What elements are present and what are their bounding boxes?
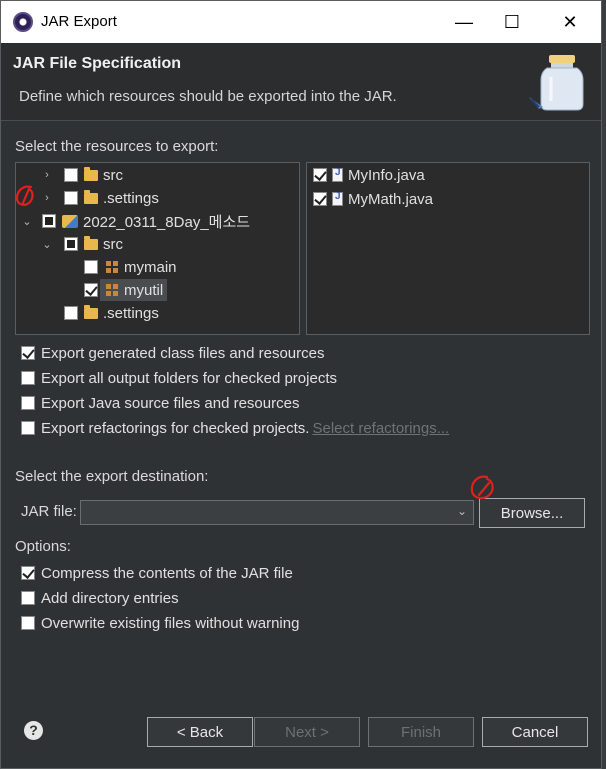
export-class-files-checkbox[interactable]: Export generated class files and resourc… [21, 342, 324, 364]
tree-item-label: .settings [103, 304, 159, 322]
scroll-up-icon[interactable]: ▲ [298, 165, 299, 181]
option-label: Export all output folders for checked pr… [41, 369, 337, 387]
annotation-mark [470, 475, 494, 500]
tree-item[interactable]: .settings [64, 302, 159, 324]
jar-file-label: JAR file: [21, 503, 77, 520]
java-file-icon [332, 191, 343, 206]
file-checkbox[interactable] [313, 168, 327, 182]
tree-item[interactable]: myutil [84, 279, 168, 301]
scroll-down-icon[interactable]: ▼ [298, 316, 299, 332]
tree-scrollbar[interactable]: ▲ ▼ [298, 163, 299, 333]
back-button[interactable]: < Back [147, 717, 253, 747]
jar-export-dialog: JAR Export — ☐ ✕ JAR File Specification … [0, 0, 602, 769]
option-label: Compress the contents of the JAR file [41, 564, 293, 582]
jar-icon [529, 55, 584, 111]
checkbox[interactable] [21, 566, 35, 580]
title-bar: JAR Export — ☐ ✕ [1, 1, 601, 43]
tree-checkbox[interactable] [84, 260, 98, 274]
eclipse-icon [13, 12, 33, 32]
resources-label: Select the resources to export: [15, 138, 219, 155]
options-label: Options: [15, 538, 71, 555]
java-file-icon [332, 167, 343, 182]
checkbox[interactable] [21, 421, 35, 435]
option-label: Export generated class files and resourc… [41, 344, 325, 362]
tree-item-label: .settings [103, 189, 159, 207]
tree-item-label: mymain [124, 258, 177, 276]
add-directory-entries-checkbox[interactable]: Add directory entries [21, 587, 179, 609]
finish-button[interactable]: Finish [368, 717, 474, 747]
tree-item[interactable]: mymain [84, 256, 177, 278]
file-item[interactable]: MyInfo.java [313, 164, 425, 186]
tree-checkbox[interactable] [64, 191, 78, 205]
tree-checkbox[interactable] [64, 168, 78, 182]
maximize-button[interactable]: ☐ [489, 1, 535, 43]
next-button[interactable]: Next > [254, 717, 360, 747]
chevron-right-icon[interactable]: › [40, 192, 54, 204]
checkbox[interactable] [21, 616, 35, 630]
folder-icon [84, 166, 98, 181]
tree-item[interactable]: ⌄ src [40, 233, 123, 255]
selected-tree-item[interactable]: myutil [100, 279, 168, 301]
chevron-down-icon[interactable]: ⌄ [455, 504, 469, 520]
page-title: JAR File Specification [13, 55, 182, 72]
tree-item[interactable]: › .settings [40, 187, 159, 209]
file-checkbox[interactable] [313, 192, 327, 206]
checkbox[interactable] [21, 371, 35, 385]
wizard-banner: JAR File Specification Define which reso… [1, 43, 601, 121]
export-java-source-checkbox[interactable]: Export Java source files and resources [21, 392, 299, 414]
destination-label: Select the export destination: [15, 468, 209, 485]
minimize-button[interactable]: — [441, 1, 487, 43]
folder-icon [84, 235, 98, 250]
file-item[interactable]: MyMath.java [313, 188, 433, 210]
package-icon [106, 284, 118, 296]
checkbox[interactable] [21, 396, 35, 410]
file-label: MyMath.java [348, 190, 434, 208]
option-label: Export refactorings for checked projects… [41, 419, 310, 437]
option-label: Overwrite existing files without warning [41, 614, 300, 632]
checkbox[interactable] [21, 591, 35, 605]
page-description: Define which resources should be exporte… [19, 88, 397, 105]
tree-checkbox[interactable] [64, 306, 78, 320]
folder-icon [84, 189, 98, 204]
export-refactorings-checkbox[interactable]: Export refactorings for checked projects… [21, 417, 449, 439]
compress-checkbox[interactable]: Compress the contents of the JAR file [21, 562, 293, 584]
tree-item-label: src [103, 235, 123, 253]
window-title: JAR Export [41, 13, 117, 30]
tree-checkbox[interactable] [84, 283, 98, 297]
jar-file-combo[interactable]: ⌄ [80, 500, 474, 525]
close-button[interactable]: ✕ [547, 1, 593, 43]
tree-item-label: 2022_0311_8Day_메소드 [83, 213, 251, 231]
cancel-button[interactable]: Cancel [482, 717, 588, 747]
tree-item-label: myutil [124, 281, 164, 299]
tree-item-label: src [103, 166, 123, 184]
chevron-down-icon[interactable]: ⌄ [20, 215, 34, 228]
tree-item[interactable]: ⌄ 2022_0311_8Day_메소드 [20, 210, 250, 232]
package-icon [106, 261, 118, 273]
chevron-down-icon[interactable]: ⌄ [40, 238, 54, 251]
file-list[interactable]: MyInfo.java MyMath.java [306, 162, 590, 335]
project-icon [62, 214, 78, 228]
tree-checkbox[interactable] [42, 214, 56, 228]
option-label: Add directory entries [41, 589, 179, 607]
file-label: MyInfo.java [348, 166, 425, 184]
option-label: Export Java source files and resources [41, 394, 300, 412]
select-refactorings-link[interactable]: Select refactorings... [312, 420, 449, 437]
resource-tree[interactable]: › src › .settings ⌄ 2022_0311_8Day_메소드 ⌄… [15, 162, 300, 335]
tree-item[interactable]: › src [40, 164, 123, 186]
tree-checkbox[interactable] [64, 237, 78, 251]
folder-icon [84, 304, 98, 319]
chevron-right-icon[interactable]: › [40, 169, 54, 181]
help-icon[interactable]: ? [24, 721, 43, 740]
annotation-mark [15, 185, 34, 206]
overwrite-files-checkbox[interactable]: Overwrite existing files without warning [21, 612, 299, 634]
export-output-folders-checkbox[interactable]: Export all output folders for checked pr… [21, 367, 337, 389]
checkbox[interactable] [21, 346, 35, 360]
